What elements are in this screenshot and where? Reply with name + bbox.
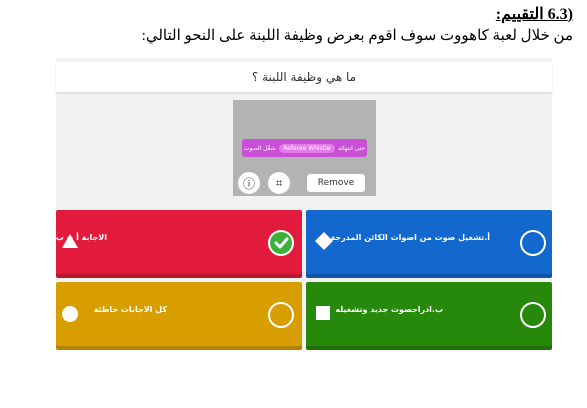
answer-blue[interactable]: أ.تشغيل صوت من اصوات الكائن المدرجة	[306, 210, 552, 278]
check-icon	[274, 237, 289, 249]
answer-green[interactable]: ب.ادراجصوت جديد وتشغيله	[306, 282, 552, 350]
answer-label-green: ب.ادراجصوت جديد وتشغيله	[335, 305, 443, 314]
answer-checkbox-green[interactable]	[520, 302, 546, 328]
answer-yellow[interactable]: كل الاجابات خاطئة	[56, 282, 302, 350]
section-heading: (6.3 التقييم:	[495, 6, 573, 23]
info-icon: ⓘ	[242, 176, 255, 191]
remove-button[interactable]: Remove	[307, 174, 365, 192]
answer-label-red: الاجابة أ + ب صحيحة	[25, 233, 107, 242]
answer-label-blue: أ.تشغيل صوت من اصوات الكائن المدرجة	[330, 233, 490, 242]
kahoot-screen: ما هي وظيفة اللبنة ؟ حتى انتهائه Referee…	[26, 58, 552, 350]
section-instruction: من خلال لعبة كاهووت سوف اقوم بعرض وظيفة …	[141, 28, 573, 44]
answer-checkbox-red[interactable]	[268, 230, 294, 256]
info-button[interactable]: ⓘ	[238, 172, 260, 194]
answer-label-yellow: كل الاجابات خاطئة	[93, 305, 167, 314]
answer-checkbox-blue[interactable]	[520, 230, 546, 256]
question-media: حتى انتهائه Referee Whistle شغّل الصوت ⓘ…	[233, 100, 376, 196]
answer-red[interactable]: الاجابة أ + ب صحيحة	[26, 210, 302, 278]
block-text-left: حتى انتهائه	[338, 144, 366, 152]
question-bar: ما هي وظيفة اللبنة ؟	[56, 62, 552, 92]
crop-button[interactable]: ⌗	[268, 172, 290, 194]
circle-icon	[62, 306, 78, 322]
block-text-right: شغّل الصوت	[243, 144, 276, 152]
square-icon	[316, 306, 330, 320]
answer-checkbox-yellow[interactable]	[268, 302, 294, 328]
block-sound-dropdown: Referee Whistle	[279, 143, 335, 153]
question-text[interactable]: ما هي وظيفة اللبنة ؟	[252, 70, 356, 84]
scratch-block-image: حتى انتهائه Referee Whistle شغّل الصوت	[242, 139, 367, 157]
crop-icon: ⌗	[275, 175, 283, 190]
